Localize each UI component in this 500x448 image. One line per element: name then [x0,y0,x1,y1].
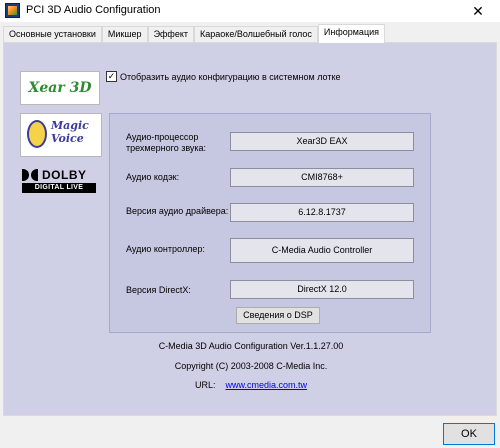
driver-value: 6.12.8.1737 [230,203,414,222]
magic-voice-face-icon [27,120,47,148]
tab-information[interactable]: Информация [317,24,385,43]
tab-strip: Основные установки Микшер Эффект Караоке… [3,24,385,43]
tab-mixer[interactable]: Микшер [101,26,148,42]
url-row: URL: www.cmedia.com.tw [4,380,498,390]
version-text: C-Media 3D Audio Configuration Ver.1.1.2… [158,341,344,351]
xear3d-logo-text: Xear 3D [28,80,92,96]
url-label: URL: [194,380,216,390]
systray-checkbox[interactable]: ✓ [106,71,117,82]
processor-label: Аудио-процессор трехмерного звука: [126,132,207,153]
codec-label: Аудио кодэк: [126,172,180,182]
cmedia-website-link[interactable]: www.cmedia.com.tw [225,380,307,390]
magic-voice-logo: Magic Voice [20,113,102,157]
title-bar: PCI 3D Audio Configuration ✕ [0,0,500,22]
tab-karaoke[interactable]: Караоке/Волшебный голос [194,26,318,42]
dsp-details-button[interactable]: Сведения о DSP [236,307,320,324]
directx-label: Версия DirectX: [126,285,191,295]
codec-value: CMI8768+ [230,168,414,187]
systray-option[interactable]: ✓ Отобразить аудио конфигурацию в систем… [106,71,341,82]
dolby-double-d-icon [22,169,38,181]
systray-checkbox-label[interactable]: Отобразить аудио конфигурацию в системно… [120,72,341,82]
close-button[interactable]: ✕ [456,0,500,22]
controller-value: C-Media Audio Controller [230,238,414,263]
app-icon [5,3,20,18]
information-panel: Xear 3D ✓ Отобразить аудио конфигурацию … [3,42,497,416]
tab-effect[interactable]: Эффект [147,26,195,42]
dolby-digital-live-logo: DOLBY DIGITAL LIVE [22,167,100,195]
dolby-logo-subtext: DIGITAL LIVE [22,183,96,193]
directx-value: DirectX 12.0 [230,280,414,299]
magic-voice-logo-text: Magic Voice [51,119,89,145]
dolby-logo-text: DOLBY [42,168,87,182]
info-box: Аудио-процессор трехмерного звука: Xear3… [109,113,431,333]
driver-label: Версия аудио драйвера: [126,206,229,216]
controller-label: Аудио контроллер: [126,244,205,254]
copyright-text: Copyright (C) 2003-2008 C-Media Inc. [174,361,328,371]
tab-basic-settings[interactable]: Основные установки [3,26,102,42]
ok-button[interactable]: OK [443,423,495,445]
processor-value: Xear3D EAX [230,132,414,151]
xear3d-logo: Xear 3D [20,71,100,105]
window-title: PCI 3D Audio Configuration [26,4,161,16]
